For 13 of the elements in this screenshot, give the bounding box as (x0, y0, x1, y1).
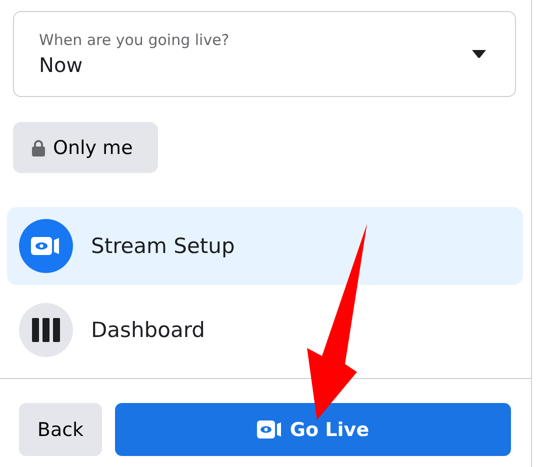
dropdown-label: When are you going live? (39, 31, 230, 49)
lock-icon (32, 138, 45, 156)
columns-icon (19, 303, 73, 357)
dropdown-value: Now (39, 53, 84, 77)
video-camera-icon (19, 219, 73, 273)
go-live-button[interactable]: Go Live (115, 403, 511, 456)
caret-icon (471, 49, 487, 59)
menu-item[interactable]: Stream Setup (7, 207, 523, 285)
menu-item[interactable]: Dashboard (7, 291, 523, 369)
video-camera-icon (256, 420, 281, 439)
schedule-dropdown[interactable]: When are you going live? Now (13, 11, 516, 97)
back-button[interactable]: Back (19, 403, 102, 456)
audience-button[interactable]: Only me (13, 122, 158, 173)
